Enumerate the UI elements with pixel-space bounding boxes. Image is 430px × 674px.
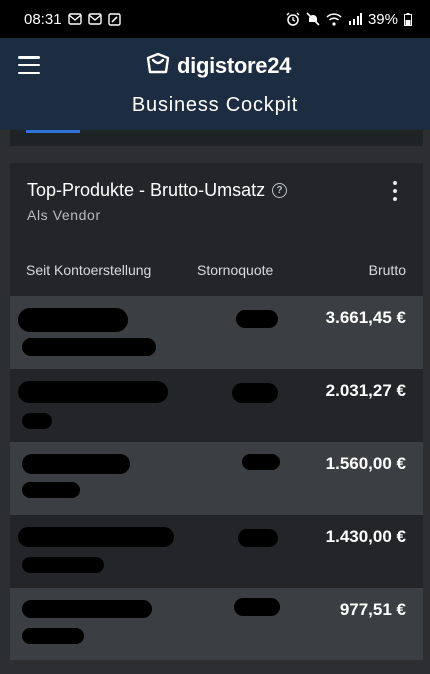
alarm-icon [286,12,300,26]
previous-card-accent [26,130,80,133]
status-time: 08:31 [24,10,62,28]
gross-value: 1.560,00 € [325,454,406,473]
gross-value: 3.661,45 € [325,308,406,327]
gross-value: 2.031,27 € [325,381,406,400]
kebab-dot [393,189,397,193]
redacted-product-name [18,308,128,332]
gross-value: 977,51 € [339,600,406,619]
table-row[interactable]: 977,51 € [10,588,423,660]
redacted-cancel-rate [238,529,278,547]
redacted-product-name [22,600,152,618]
mail-icon [67,13,82,25]
column-header-period: Seit Kontoerstellung [26,262,152,278]
redacted-cancel-rate [242,454,280,470]
table-row[interactable]: 2.031,27 € [10,369,423,442]
redacted-cancel-rate [236,310,278,328]
mail-icon [87,13,102,25]
battery-level: 39% [367,10,398,28]
redacted-product-name [22,482,80,498]
redacted-product-name [22,454,130,474]
app-header: digistore24 Business Cockpit [0,38,430,130]
redacted-cancel-rate [234,598,280,616]
top-products-card: Top-Produkte - Brutto-Umsatz ? Als Vendo… [10,163,423,660]
kebab-dot [393,181,397,185]
gross-value: 1.430,00 € [325,527,406,546]
page-title: Business Cockpit [131,94,299,116]
redacted-product-name [18,381,168,403]
logo: digistore24 [145,52,291,80]
battery-icon [404,12,412,26]
redacted-product-name [22,557,104,573]
card-title-text: Top-Produkte - Brutto-Umsatz [27,180,266,200]
column-header-cancel-rate: Stornoquote [197,262,274,278]
card-title: Top-Produkte - Brutto-Umsatz ? [27,180,288,201]
help-icon[interactable]: ? [272,183,288,198]
wifi-icon [326,12,342,26]
previous-card [10,130,423,146]
redacted-cancel-rate [232,383,278,403]
table-row[interactable]: 1.430,00 € [10,515,423,588]
redacted-product-name [18,527,174,547]
logo-text: digistore24 [177,53,292,78]
status-bar-right: 39% [286,11,412,28]
product-table: 3.661,45 € 2.031,27 € 1.560,00 € 1.430,0… [10,296,423,660]
table-row[interactable]: 1.560,00 € [10,442,423,515]
logo-icon [145,52,171,81]
redacted-product-name [22,628,84,644]
edit-icon [107,12,121,26]
status-bar-left: 08:31 [24,11,121,28]
column-header-gross: Brutto [368,262,406,278]
mute-icon [306,12,320,26]
kebab-dot [393,197,397,201]
table-row[interactable]: 3.661,45 € [10,296,423,369]
status-bar: 08:31 39% [0,0,430,38]
redacted-product-name [22,338,156,356]
hamburger-icon [18,63,40,67]
more-options-button[interactable] [391,181,399,201]
redacted-product-name [22,413,52,429]
hamburger-icon [18,56,40,59]
menu-button[interactable] [18,56,40,74]
signal-icon [348,13,362,25]
card-subtitle: Als Vendor [27,207,101,223]
hamburger-icon [18,71,40,74]
